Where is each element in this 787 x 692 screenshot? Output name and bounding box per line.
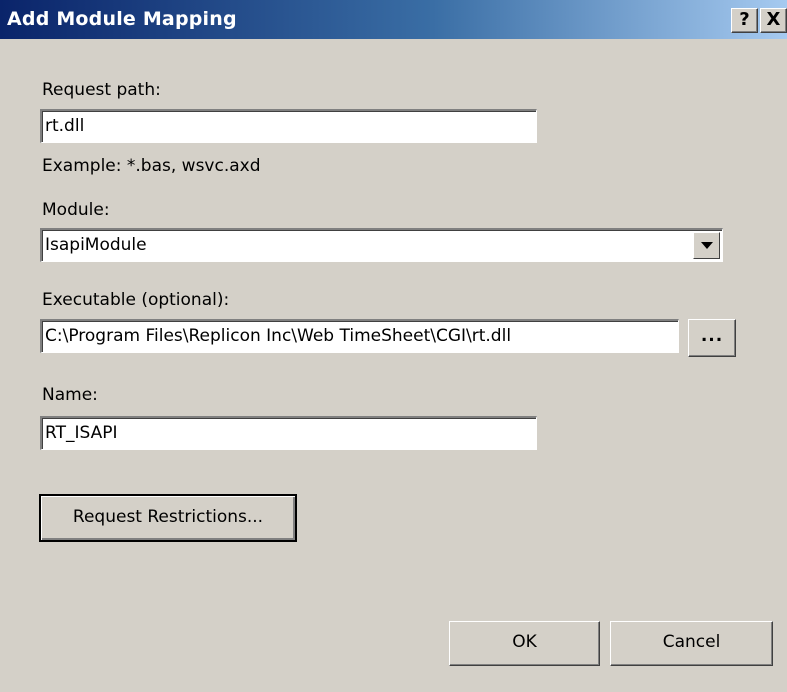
- help-icon[interactable]: ?: [731, 8, 758, 33]
- title-bar[interactable]: Add Module Mapping ? X: [0, 0, 787, 39]
- executable-label: Executable (optional):: [42, 290, 230, 310]
- chevron-down-icon: [701, 242, 713, 249]
- ok-button[interactable]: OK: [449, 621, 600, 666]
- module-label: Module:: [42, 200, 110, 220]
- name-label: Name:: [42, 385, 98, 405]
- name-input[interactable]: RT_ISAPI: [40, 416, 537, 450]
- request-path-example: Example: *.bas, wsvc.axd: [42, 156, 261, 176]
- browse-button[interactable]: ...: [688, 319, 736, 357]
- close-icon[interactable]: X: [760, 8, 787, 33]
- dropdown-button[interactable]: [693, 232, 720, 259]
- request-restrictions-button[interactable]: Request Restrictions...: [39, 494, 297, 542]
- request-path-label: Request path:: [42, 80, 161, 100]
- add-module-mapping-dialog: Add Module Mapping ? X Request path: rt.…: [0, 0, 787, 692]
- module-selected-value: IsapiModule: [45, 235, 147, 255]
- module-select[interactable]: IsapiModule: [40, 228, 723, 262]
- request-path-input[interactable]: rt.dll: [40, 109, 537, 143]
- window-title: Add Module Mapping: [7, 8, 237, 30]
- executable-input[interactable]: C:\Program Files\Replicon Inc\Web TimeSh…: [40, 319, 679, 353]
- cancel-button[interactable]: Cancel: [610, 621, 773, 666]
